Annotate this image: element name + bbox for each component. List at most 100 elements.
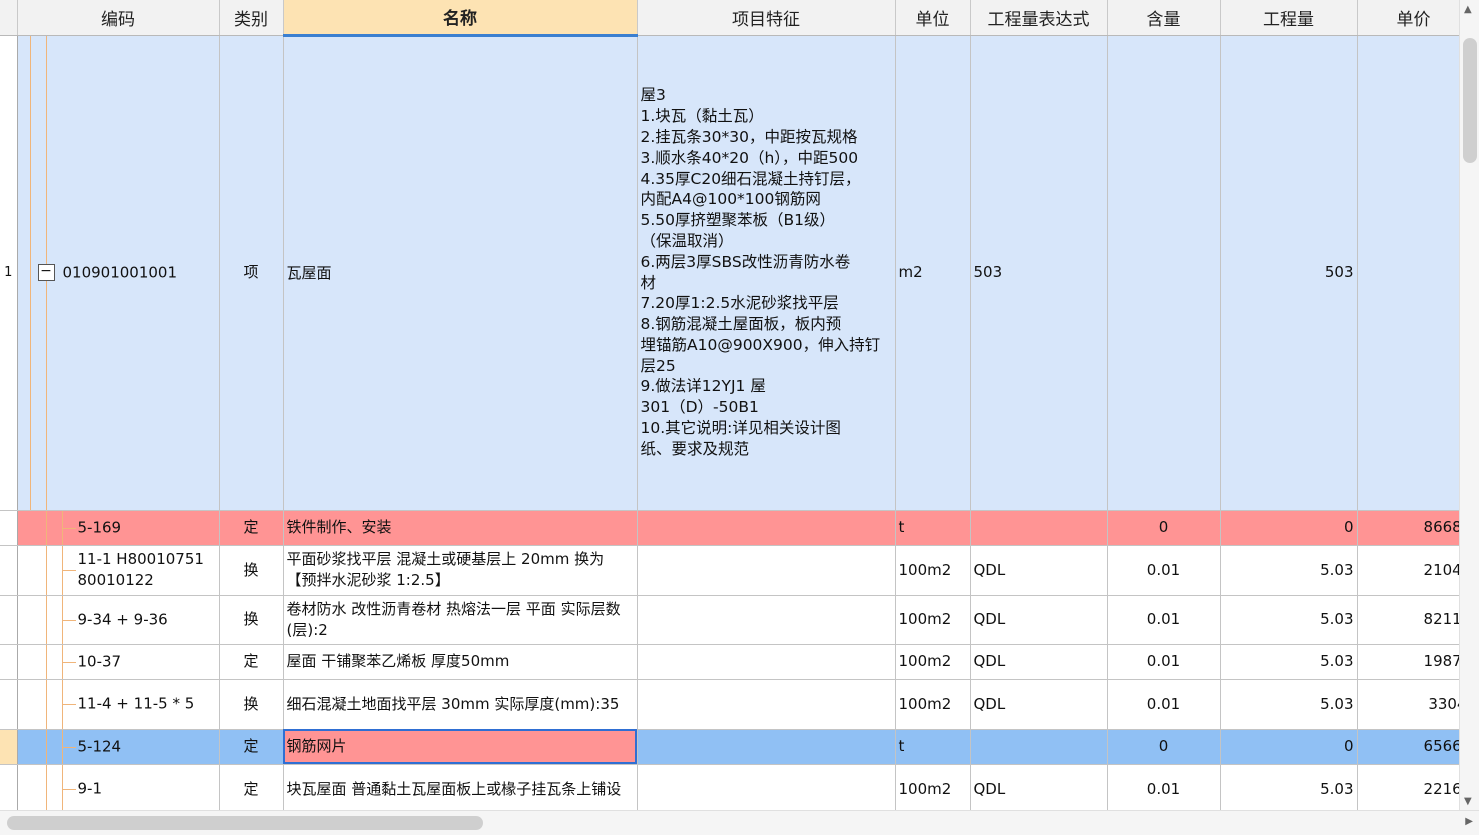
quota-features[interactable] <box>637 595 896 645</box>
quota-price[interactable]: 8668. <box>1357 510 1459 546</box>
quota-category[interactable]: 定 <box>219 764 284 810</box>
quota-unit[interactable]: 100m2 <box>895 764 971 810</box>
item-unit[interactable]: m2 <box>895 35 971 511</box>
quota-content[interactable]: 0 <box>1107 510 1221 546</box>
quota-features[interactable] <box>637 729 896 765</box>
quota-category[interactable]: 换 <box>219 595 284 645</box>
quota-expression[interactable]: QDL <box>970 595 1108 645</box>
col-header-features[interactable]: 项目特征 <box>637 0 896 36</box>
item-price[interactable] <box>1357 35 1459 511</box>
quota-price[interactable]: 1987. <box>1357 644 1459 680</box>
col-header-quantity[interactable]: 工程量 <box>1220 0 1358 36</box>
bill-item-row[interactable]: 1 − 010901001001 项 瓦屋面 屋3 1.块瓦（黏土瓦） 2.挂瓦… <box>0 35 1459 511</box>
quota-features[interactable] <box>637 679 896 730</box>
quota-features[interactable] <box>637 545 896 596</box>
quota-category[interactable]: 定 <box>219 644 284 680</box>
quota-name[interactable]: 铁件制作、安装 <box>283 510 638 546</box>
code-cell[interactable]: 10-37 <box>17 644 220 680</box>
quota-quantity[interactable]: 0 <box>1220 510 1358 546</box>
code-cell[interactable]: 9-34 + 9-36 <box>17 595 220 645</box>
quota-unit[interactable]: t <box>895 729 971 765</box>
quota-expression[interactable]: QDL <box>970 644 1108 680</box>
quota-quantity[interactable]: 5.03 <box>1220 545 1358 596</box>
quota-price[interactable]: 6566. <box>1357 729 1459 765</box>
item-expression[interactable]: 503 <box>970 35 1108 511</box>
quota-row[interactable]: 10-37 定 屋面 干铺聚苯乙烯板 厚度50mm 100m2 QDL 0.01… <box>0 644 1459 680</box>
code-cell[interactable]: 11-4 + 11-5 * 5 <box>17 679 220 730</box>
quota-content[interactable]: 0.01 <box>1107 679 1221 730</box>
quota-features[interactable] <box>637 510 896 546</box>
quota-content[interactable]: 0 <box>1107 729 1221 765</box>
quota-expression[interactable]: QDL <box>970 545 1108 596</box>
vertical-scrollbar[interactable]: ▲ ▼ <box>1459 0 1479 810</box>
quota-quantity[interactable]: 5.03 <box>1220 679 1358 730</box>
collapse-icon[interactable]: − <box>37 263 55 281</box>
scroll-down-arrow-icon[interactable]: ▼ <box>1464 796 1472 807</box>
quota-price[interactable]: 8211. <box>1357 595 1459 645</box>
col-header-unit[interactable]: 单位 <box>895 0 971 36</box>
quota-price[interactable]: 3304 <box>1357 679 1459 730</box>
code-cell[interactable]: 9-1 <box>17 764 220 810</box>
quota-expression[interactable] <box>970 729 1108 765</box>
quota-name[interactable]: 卷材防水 改性沥青卷材 热熔法一层 平面 实际层数(层):2 <box>283 595 638 645</box>
quota-name[interactable]: 块瓦屋面 普通黏土瓦屋面板上或椽子挂瓦条上铺设 <box>283 764 638 810</box>
col-header-expression[interactable]: 工程量表达式 <box>970 0 1108 36</box>
item-features[interactable]: 屋3 1.块瓦（黏土瓦） 2.挂瓦条30*30，中距按瓦规格 3.顺水条40*2… <box>637 35 896 511</box>
quota-row[interactable]: 9-34 + 9-36 换 卷材防水 改性沥青卷材 热熔法一层 平面 实际层数(… <box>0 595 1459 645</box>
col-header-content[interactable]: 含量 <box>1107 0 1221 36</box>
quota-content[interactable]: 0.01 <box>1107 595 1221 645</box>
quota-category[interactable]: 定 <box>219 729 284 765</box>
quota-expression[interactable]: QDL <box>970 679 1108 730</box>
code-cell[interactable]: − 010901001001 <box>17 35 220 511</box>
quota-name-focused-cell[interactable]: 钢筋网片 <box>283 729 638 765</box>
quota-features[interactable] <box>637 644 896 680</box>
quota-quantity[interactable]: 5.03 <box>1220 764 1358 810</box>
quota-features[interactable] <box>637 764 896 810</box>
quota-expression[interactable]: QDL <box>970 764 1108 810</box>
col-header-code[interactable]: 编码 <box>17 0 220 36</box>
quota-price[interactable]: 2216. <box>1357 764 1459 810</box>
quota-quantity[interactable]: 5.03 <box>1220 595 1358 645</box>
code-cell[interactable]: 11-1 H80010751 80010122 <box>17 545 220 596</box>
quota-unit[interactable]: 100m2 <box>895 644 971 680</box>
bill-grid[interactable]: 编码 类别 名称 项目特征 单位 工程量表达式 含量 工程量 单价 1 − 01… <box>0 0 1459 810</box>
scroll-right-arrow-icon[interactable]: ▶ <box>1465 816 1473 827</box>
quota-content[interactable]: 0.01 <box>1107 764 1221 810</box>
horizontal-scrollbar[interactable]: ▶ <box>0 810 1479 835</box>
quota-content[interactable]: 0.01 <box>1107 644 1221 680</box>
code-cell[interactable]: 5-124 <box>17 729 220 765</box>
quota-row[interactable]: 9-1 定 块瓦屋面 普通黏土瓦屋面板上或椽子挂瓦条上铺设 100m2 QDL … <box>0 764 1459 810</box>
quota-row[interactable]: 5-169 定 铁件制作、安装 t 0 0 8668. <box>0 510 1459 546</box>
item-name[interactable]: 瓦屋面 <box>283 35 638 511</box>
code-cell[interactable]: 5-169 <box>17 510 220 546</box>
quota-category[interactable]: 定 <box>219 510 284 546</box>
quota-content[interactable]: 0.01 <box>1107 545 1221 596</box>
col-header-category[interactable]: 类别 <box>219 0 284 36</box>
quota-quantity[interactable]: 0 <box>1220 729 1358 765</box>
vertical-scroll-thumb[interactable] <box>1463 38 1477 163</box>
quota-expression[interactable] <box>970 510 1108 546</box>
col-header-price[interactable]: 单价 <box>1357 0 1459 36</box>
quota-quantity[interactable]: 5.03 <box>1220 644 1358 680</box>
quota-row[interactable]: 11-4 + 11-5 * 5 换 细石混凝土地面找平层 30mm 实际厚度(m… <box>0 679 1459 730</box>
quota-name[interactable]: 平面砂浆找平层 混凝土或硬基层上 20mm 换为【预拌水泥砂浆 1:2.5】 <box>283 545 638 596</box>
quota-price[interactable]: 2104. <box>1357 545 1459 596</box>
quota-name[interactable]: 细石混凝土地面找平层 30mm 实际厚度(mm):35 <box>283 679 638 730</box>
quota-name[interactable]: 屋面 干铺聚苯乙烯板 厚度50mm <box>283 644 638 680</box>
item-content[interactable] <box>1107 35 1221 511</box>
quota-category[interactable]: 换 <box>219 545 284 596</box>
scroll-up-arrow-icon[interactable]: ▲ <box>1464 4 1472 15</box>
quota-unit[interactable]: 100m2 <box>895 595 971 645</box>
quota-row-selected[interactable]: 5-124 定 钢筋网片 t 0 0 6566. <box>0 729 1459 765</box>
quota-unit[interactable]: t <box>895 510 971 546</box>
quota-row[interactable]: 11-1 H80010751 80010122 换 平面砂浆找平层 混凝土或硬基… <box>0 545 1459 596</box>
quota-unit[interactable]: 100m2 <box>895 679 971 730</box>
quota-category[interactable]: 换 <box>219 679 284 730</box>
item-category[interactable]: 项 <box>219 35 284 511</box>
col-header-name[interactable]: 名称 <box>283 0 638 37</box>
quota-code: 5-169 <box>77 518 122 536</box>
quota-code: 11-1 H80010751 80010122 <box>77 550 204 589</box>
quota-unit[interactable]: 100m2 <box>895 545 971 596</box>
item-quantity[interactable]: 503 <box>1220 35 1358 511</box>
horizontal-scroll-thumb[interactable] <box>7 816 483 830</box>
